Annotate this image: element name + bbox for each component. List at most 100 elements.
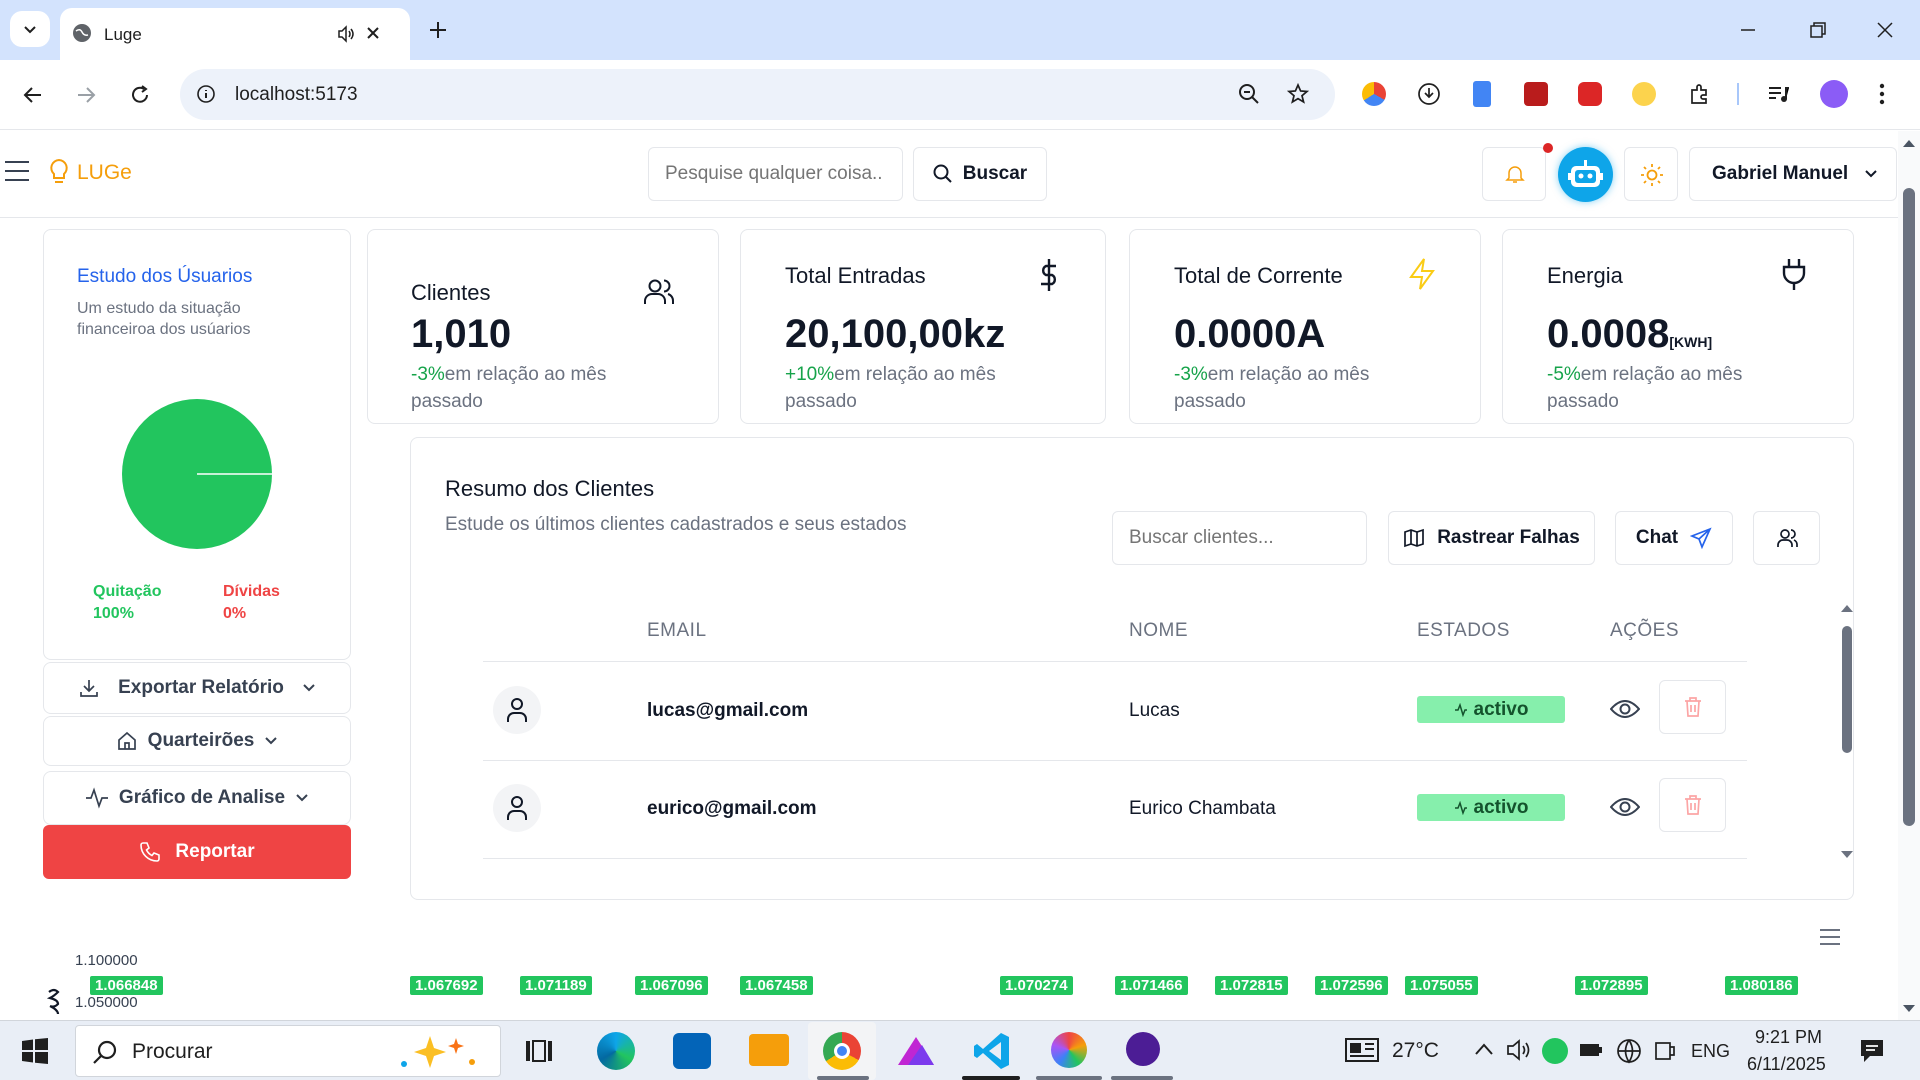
client-email: lucas@gmail.com: [647, 700, 809, 721]
clock-time[interactable]: 9:21 PM: [1755, 1027, 1822, 1048]
table-divider: [483, 858, 1747, 859]
page-scroll-down-icon[interactable]: [1902, 1004, 1916, 1014]
zoom-icon[interactable]: [1238, 83, 1260, 105]
browser-menu-icon[interactable]: [1877, 82, 1887, 106]
export-report-label: Exportar Relatório: [118, 677, 284, 698]
restore-icon[interactable]: [1808, 20, 1828, 40]
global-search-input[interactable]: [648, 147, 903, 201]
notifications-center-icon[interactable]: [1858, 1037, 1886, 1065]
data-label: 1.071189: [520, 976, 592, 995]
activity-icon: [1454, 702, 1467, 717]
client-name: Lucas: [1129, 700, 1180, 721]
data-label: 1.072596: [1315, 976, 1388, 995]
assistant-bot-button[interactable]: [1558, 147, 1613, 202]
scroll-up-arrow-icon[interactable]: [1840, 603, 1854, 613]
task-view-icon[interactable]: [525, 1038, 553, 1064]
new-tab-icon[interactable]: [428, 20, 448, 40]
stat-title: Total de Corrente: [1174, 263, 1343, 288]
avatar: [493, 686, 541, 734]
stat-change: -3%: [411, 364, 445, 385]
user-menu-button[interactable]: Gabriel Manuel: [1689, 147, 1897, 201]
extension-doc-icon[interactable]: [1473, 81, 1491, 107]
chrome-active-tab[interactable]: [808, 1022, 876, 1080]
taskbar-search[interactable]: Procurar: [75, 1025, 501, 1077]
extension-colorful-icon[interactable]: [1362, 82, 1386, 106]
vscode-icon[interactable]: [973, 1031, 1011, 1071]
browser-tab[interactable]: Luge: [60, 8, 410, 60]
edge-icon[interactable]: [597, 1032, 635, 1070]
home-icon: [117, 731, 136, 750]
data-label: 1.071466: [1115, 976, 1188, 995]
activity-icon: [85, 787, 108, 809]
moon-app-icon[interactable]: [1126, 1032, 1160, 1066]
eye-view-icon[interactable]: [1610, 696, 1640, 722]
stat-value: 1,010: [411, 312, 512, 356]
tab-search-button[interactable]: [10, 11, 50, 47]
notifications-button[interactable]: [1482, 147, 1546, 201]
bookmark-star-icon[interactable]: [1287, 83, 1309, 105]
stat-card-income: Total Entradas 20,100,00kz +10%em relaçã…: [740, 229, 1106, 424]
table-scrollbar-thumb[interactable]: [1842, 626, 1852, 753]
close-window-icon[interactable]: [1875, 20, 1895, 40]
track-faults-button[interactable]: Rastrear Falhas: [1388, 511, 1595, 565]
stat-note: em relação ao mês: [1580, 364, 1743, 385]
analysis-chart-dropdown[interactable]: Gráfico de Analise: [43, 771, 351, 825]
speaker-icon[interactable]: [1506, 1038, 1532, 1062]
windows-start-icon[interactable]: [22, 1038, 48, 1064]
clock-date[interactable]: 6/11/2025: [1747, 1054, 1826, 1075]
chevron-up-icon[interactable]: [1474, 1042, 1494, 1056]
speaker-icon[interactable]: [336, 24, 356, 44]
extension-yellow-icon[interactable]: [1632, 82, 1656, 106]
battery-icon[interactable]: [1579, 1041, 1603, 1059]
search-button[interactable]: Buscar: [913, 147, 1047, 201]
column-header-name: NOME: [1129, 620, 1188, 641]
trash-icon: [1684, 697, 1701, 717]
back-icon[interactable]: [22, 84, 44, 106]
security-tray-icon[interactable]: [1542, 1038, 1568, 1064]
page-scrollbar-thumb[interactable]: [1903, 188, 1915, 826]
app-logo-text[interactable]: LUGe: [77, 161, 132, 185]
close-tab-icon[interactable]: [365, 25, 381, 41]
scroll-down-arrow-icon[interactable]: [1840, 850, 1854, 860]
hamburger-menu-icon[interactable]: [4, 160, 30, 182]
reload-icon[interactable]: [129, 84, 151, 106]
outlook-icon[interactable]: [673, 1033, 711, 1069]
globe-network-icon[interactable]: [1616, 1038, 1642, 1064]
stat-note-2: passado: [411, 391, 483, 412]
blocks-dropdown[interactable]: Quarteirões: [43, 716, 351, 766]
stat-card-current: Total de Corrente 0.0000A -3%em relação …: [1129, 229, 1481, 424]
toolbar-divider: [1737, 83, 1739, 105]
delete-client-button[interactable]: [1659, 778, 1726, 832]
forward-icon[interactable]: [75, 84, 97, 106]
device-tray-icon[interactable]: [1653, 1039, 1677, 1063]
export-report-dropdown[interactable]: Exportar Relatório: [43, 662, 351, 714]
affinity-icon[interactable]: [896, 1033, 936, 1069]
report-button[interactable]: Reportar: [43, 825, 351, 879]
extension-red-icon[interactable]: [1524, 82, 1548, 106]
weather-temperature[interactable]: 27°C: [1392, 1039, 1439, 1063]
clients-list-button[interactable]: [1753, 511, 1820, 565]
site-info-icon[interactable]: [196, 84, 216, 104]
extension-robot-icon[interactable]: [1578, 82, 1602, 106]
file-explorer-icon[interactable]: [749, 1034, 789, 1066]
input-language[interactable]: ENG: [1691, 1041, 1730, 1062]
minimize-icon[interactable]: [1738, 20, 1758, 40]
address-bar[interactable]: localhost:5173: [180, 69, 1335, 120]
theme-toggle-button[interactable]: [1624, 147, 1678, 201]
chart-menu-icon[interactable]: [1819, 928, 1841, 946]
colorful-app-icon[interactable]: [1051, 1032, 1087, 1068]
news-widget-icon[interactable]: [1345, 1037, 1383, 1063]
eye-view-icon[interactable]: [1610, 794, 1640, 820]
client-search-input[interactable]: [1112, 511, 1367, 565]
delete-client-button[interactable]: [1659, 680, 1726, 734]
profile-avatar[interactable]: [1820, 80, 1848, 108]
extensions-puzzle-icon[interactable]: [1688, 82, 1712, 106]
download-icon[interactable]: [1417, 82, 1441, 106]
chevron-down-icon: [1865, 170, 1877, 178]
data-label: 1.072815: [1215, 976, 1288, 995]
chat-button[interactable]: Chat: [1615, 511, 1733, 565]
url-text: localhost:5173: [235, 84, 358, 105]
data-label: 1.066848: [90, 976, 163, 995]
media-control-icon[interactable]: [1766, 82, 1790, 106]
page-scroll-up-icon[interactable]: [1902, 138, 1916, 148]
